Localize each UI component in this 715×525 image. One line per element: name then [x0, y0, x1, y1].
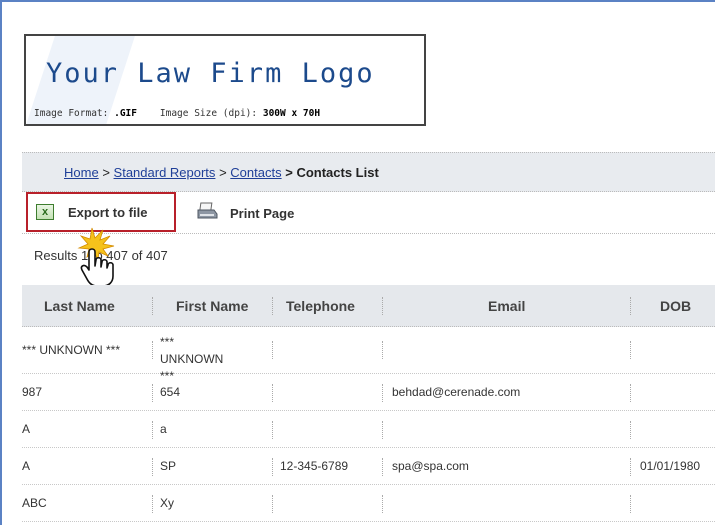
format-label: Image Format: — [34, 108, 109, 119]
cell-first-name: SP — [160, 459, 177, 473]
breadcrumb-home-link[interactable]: Home — [64, 165, 99, 180]
column-separator — [630, 384, 631, 402]
table-row[interactable]: A a — [22, 411, 715, 448]
table-row[interactable]: A SP 12-345-6789 spa@spa.com 01/01/1980 — [22, 448, 715, 485]
column-separator — [382, 421, 383, 439]
column-header-telephone[interactable]: Telephone — [286, 285, 355, 327]
table-header: Last Name First Name Telephone Email DOB — [22, 285, 715, 327]
breadcrumb-bar: Home > Standard Reports > Contacts > Con… — [22, 152, 715, 192]
format-value: .GIF — [114, 108, 137, 119]
export-label: Export to file — [68, 204, 148, 220]
cell-first-name: 654 — [160, 385, 181, 399]
breadcrumb-separator: > — [102, 165, 110, 180]
printer-icon — [196, 202, 218, 225]
contacts-table: Last Name First Name Telephone Email DOB… — [22, 285, 715, 522]
print-page-button[interactable]: Print Page — [196, 202, 294, 225]
hand-pointer-icon — [70, 226, 130, 293]
cell-last-name: *** UNKNOWN *** — [22, 343, 121, 357]
logo-title: Your Law Firm Logo — [46, 58, 375, 89]
column-separator — [272, 421, 273, 439]
table-row[interactable]: 987 654 behdad@cerenade.com — [22, 374, 715, 411]
column-header-email[interactable]: Email — [488, 285, 525, 327]
print-label: Print Page — [230, 206, 295, 221]
column-separator — [272, 297, 273, 315]
breadcrumb-standard-reports-link[interactable]: Standard Reports — [114, 165, 216, 180]
column-separator — [382, 458, 383, 476]
column-separator — [272, 495, 273, 513]
table-row[interactable]: ABC Xy — [22, 485, 715, 522]
column-header-first-name[interactable]: First Name — [176, 285, 248, 327]
table-row[interactable]: *** UNKNOWN *** *** UNKNOWN *** — [22, 327, 715, 383]
column-separator — [272, 458, 273, 476]
cell-last-name: A — [22, 459, 31, 473]
size-value: 300W x 70H — [262, 108, 321, 119]
click-burst-icon — [77, 227, 115, 262]
cell-dob: 01/01/1980 — [640, 459, 701, 473]
column-separator — [630, 495, 631, 513]
cell-first-name: a — [160, 422, 167, 436]
column-separator — [382, 341, 383, 359]
column-separator — [382, 384, 383, 402]
cell-telephone: 12-345-6789 — [280, 459, 349, 473]
breadcrumb: Home > Standard Reports > Contacts > Con… — [64, 165, 379, 180]
column-separator — [382, 297, 383, 315]
breadcrumb-separator: > — [285, 165, 293, 180]
column-separator — [382, 495, 383, 513]
column-separator — [630, 421, 631, 439]
column-separator — [630, 297, 631, 315]
breadcrumb-contacts-link[interactable]: Contacts — [230, 165, 281, 180]
cell-last-name: A — [22, 422, 31, 436]
size-label: Image Size (dpi): — [159, 108, 258, 119]
cell-email: spa@spa.com — [392, 459, 469, 473]
logo-image-info: Image Format: .GIF Image Size (dpi): 300… — [34, 108, 320, 119]
breadcrumb-separator: > — [219, 165, 227, 180]
column-separator — [152, 384, 153, 402]
column-separator — [630, 341, 631, 359]
cell-email: behdad@cerenade.com — [392, 385, 521, 399]
cell-first-name: Xy — [160, 496, 175, 510]
cell-last-name: ABC — [22, 496, 47, 510]
column-separator — [152, 341, 153, 359]
column-separator — [152, 421, 153, 439]
column-separator — [272, 384, 273, 402]
cell-last-name: 987 — [22, 385, 43, 399]
breadcrumb-current: Contacts List — [296, 165, 379, 180]
column-separator — [272, 341, 273, 359]
law-firm-logo: Your Law Firm Logo Image Format: .GIF Im… — [24, 34, 426, 126]
column-separator — [630, 458, 631, 476]
column-header-last-name[interactable]: Last Name — [44, 285, 115, 327]
column-header-dob[interactable]: DOB — [660, 285, 691, 327]
column-separator — [152, 495, 153, 513]
column-separator — [152, 297, 153, 315]
excel-icon: x — [36, 204, 54, 220]
column-separator — [152, 458, 153, 476]
